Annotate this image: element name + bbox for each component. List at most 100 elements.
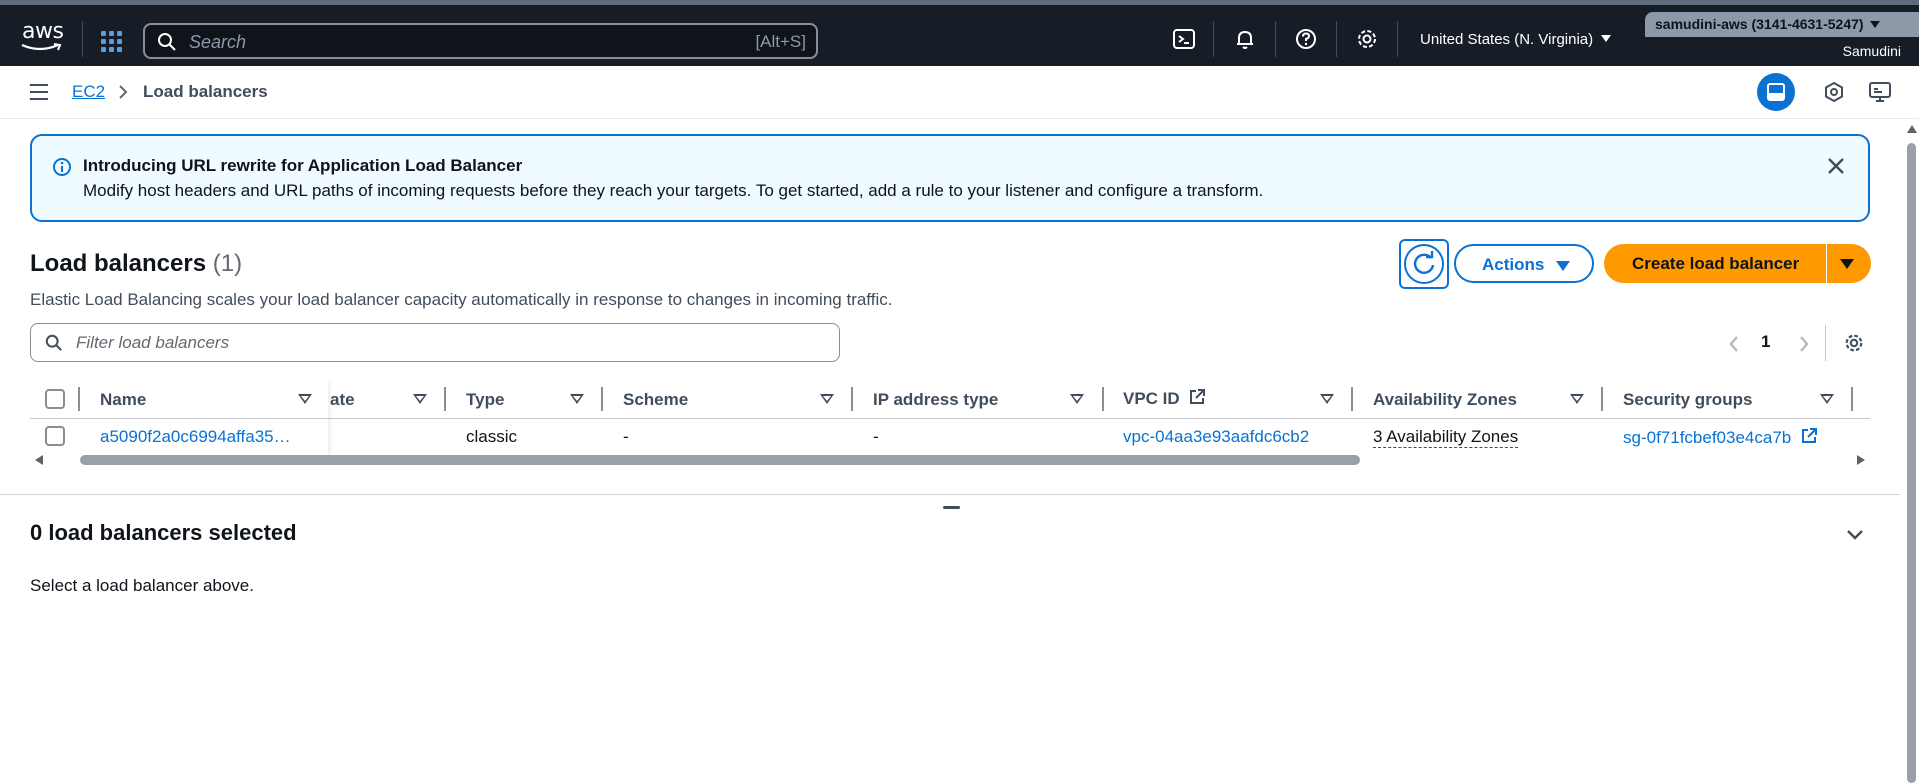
split-panel-icon <box>1767 83 1785 101</box>
sort-icon[interactable] <box>1070 394 1084 404</box>
help-icon[interactable] <box>1294 27 1318 51</box>
menu-icon[interactable] <box>30 84 48 100</box>
search-input[interactable]: Search [Alt+S] <box>143 23 818 59</box>
actions-button[interactable]: Actions <box>1454 244 1594 283</box>
horizontal-scrollbar-thumb[interactable] <box>80 455 1360 465</box>
aws-smile-icon <box>21 43 62 51</box>
page-title: Load balancers (1) <box>30 250 242 278</box>
vpc-id-link[interactable]: vpc-04aa3e93aafdc6cb2 <box>1123 427 1309 447</box>
cell-type: classic <box>466 427 518 446</box>
vertical-scrollbar[interactable] <box>1904 119 1919 783</box>
breadcrumb-current: Load balancers <box>143 82 268 101</box>
feedback-screen-icon[interactable] <box>1868 80 1892 104</box>
account-label: samudini-aws (3141-4631-5247) <box>1655 16 1864 32</box>
column-header-name[interactable]: Name <box>100 390 146 410</box>
security-group-link[interactable]: sg-0f71fcbef03e4ca7b <box>1623 427 1818 448</box>
split-panel-resize-handle[interactable] <box>943 506 960 509</box>
scroll-left-icon[interactable] <box>35 455 43 465</box>
caret-down-icon <box>1601 35 1612 42</box>
scroll-up-icon[interactable] <box>1907 125 1917 133</box>
bell-icon[interactable] <box>1233 27 1257 51</box>
table-header: Name ate Type Scheme IP address type VPC… <box>30 381 1870 419</box>
horizontal-scrollbar[interactable] <box>30 452 1870 468</box>
scroll-right-icon[interactable] <box>1857 455 1865 465</box>
column-header-availability-zones[interactable]: Availability Zones <box>1373 390 1517 410</box>
create-dropdown-button[interactable] <box>1827 244 1871 283</box>
pagination-divider <box>1825 325 1826 361</box>
column-divider <box>78 387 80 411</box>
load-balancer-name-link[interactable]: a5090f2a0c6994affa35… <box>100 427 291 447</box>
column-header-vpc-id[interactable]: VPC ID <box>1123 388 1206 409</box>
cloudshell-icon[interactable] <box>1172 27 1196 51</box>
close-icon[interactable] <box>1826 156 1846 176</box>
external-link-icon <box>1190 389 1206 404</box>
nav-divider <box>1336 21 1337 57</box>
external-link-icon <box>1801 428 1817 443</box>
scrollbar-thumb[interactable] <box>1907 143 1916 783</box>
gear-icon[interactable] <box>1355 27 1379 51</box>
flash-title: Introducing URL rewrite for Application … <box>83 156 523 175</box>
column-divider <box>444 387 446 411</box>
hexagon-icon[interactable] <box>1822 80 1846 104</box>
nav-divider <box>1213 21 1214 57</box>
column-header-security-groups[interactable]: Security groups <box>1623 390 1752 410</box>
page-description: Elastic Load Balancing scales your load … <box>30 290 893 309</box>
sort-icon[interactable] <box>298 394 312 404</box>
pagination-current-page[interactable]: 1 <box>1761 332 1770 352</box>
top-navigation: aws Search [Alt+S] United States (N. Vir… <box>0 0 1919 66</box>
cell-scheme: - <box>623 427 629 446</box>
caret-down-icon <box>1869 21 1880 28</box>
search-shortcut: [Alt+S] <box>755 32 806 51</box>
cell-ip-address-type: - <box>873 427 879 446</box>
actions-label: Actions <box>1482 255 1545 274</box>
sort-icon[interactable] <box>413 394 427 404</box>
nav-divider <box>1275 21 1276 57</box>
row-checkbox[interactable] <box>45 426 65 446</box>
column-header-state[interactable]: ate <box>330 390 355 410</box>
column-divider <box>1851 387 1853 411</box>
security-group-id: sg-0f71fcbef03e4ca7b <box>1623 428 1792 447</box>
split-panel-body: Select a load balancer above. <box>30 576 254 595</box>
account-menu[interactable]: samudini-aws (3141-4631-5247) <box>1645 12 1919 37</box>
nav-divider <box>1397 21 1398 57</box>
info-flash-banner: Introducing URL rewrite for Application … <box>30 134 1870 222</box>
filter-input[interactable]: Filter load balancers <box>30 323 840 362</box>
sort-icon[interactable] <box>820 394 834 404</box>
column-divider <box>851 387 853 411</box>
select-all-checkbox[interactable] <box>45 389 65 409</box>
region-selector[interactable]: United States (N. Virginia) <box>1420 31 1612 48</box>
chevron-down-icon[interactable] <box>1844 524 1866 546</box>
table-preferences-gear-icon[interactable] <box>1843 332 1865 354</box>
split-panel-divider <box>0 494 1900 495</box>
search-placeholder: Search <box>189 32 247 52</box>
sort-icon[interactable] <box>1570 394 1584 404</box>
panel-toggle-button[interactable] <box>1757 73 1795 111</box>
sort-icon[interactable] <box>1820 394 1834 404</box>
info-icon <box>53 158 71 176</box>
breadcrumb-ec2[interactable]: EC2 <box>72 82 105 102</box>
refresh-focus-ring <box>1404 244 1444 284</box>
caret-down-icon <box>1840 259 1854 269</box>
column-header-type[interactable]: Type <box>466 390 504 410</box>
column-divider <box>601 387 603 411</box>
flash-body: Modify host headers and URL paths of inc… <box>83 181 1264 200</box>
caret-down-icon <box>1556 261 1570 271</box>
refresh-icon <box>1413 251 1435 274</box>
search-icon <box>45 334 62 351</box>
breadcrumb-bar: EC2 Load balancers <box>0 66 1919 119</box>
refresh-button[interactable] <box>1399 239 1449 289</box>
column-divider <box>1601 387 1603 411</box>
services-grid-icon[interactable] <box>101 31 123 53</box>
column-header-scheme[interactable]: Scheme <box>623 390 688 410</box>
column-header-ip-address-type[interactable]: IP address type <box>873 390 998 410</box>
aws-logo[interactable]: aws <box>20 17 64 53</box>
sort-icon[interactable] <box>570 394 584 404</box>
create-load-balancer-button[interactable]: Create load balancer <box>1604 244 1826 283</box>
chevron-right-icon[interactable] <box>1797 334 1811 354</box>
chevron-left-icon[interactable] <box>1727 334 1741 354</box>
availability-zones-popover[interactable]: 3 Availability Zones <box>1373 427 1519 448</box>
region-label: United States (N. Virginia) <box>1420 31 1594 48</box>
sort-icon[interactable] <box>1320 394 1334 404</box>
column-divider <box>1102 387 1104 411</box>
chevron-right-icon <box>119 85 128 99</box>
